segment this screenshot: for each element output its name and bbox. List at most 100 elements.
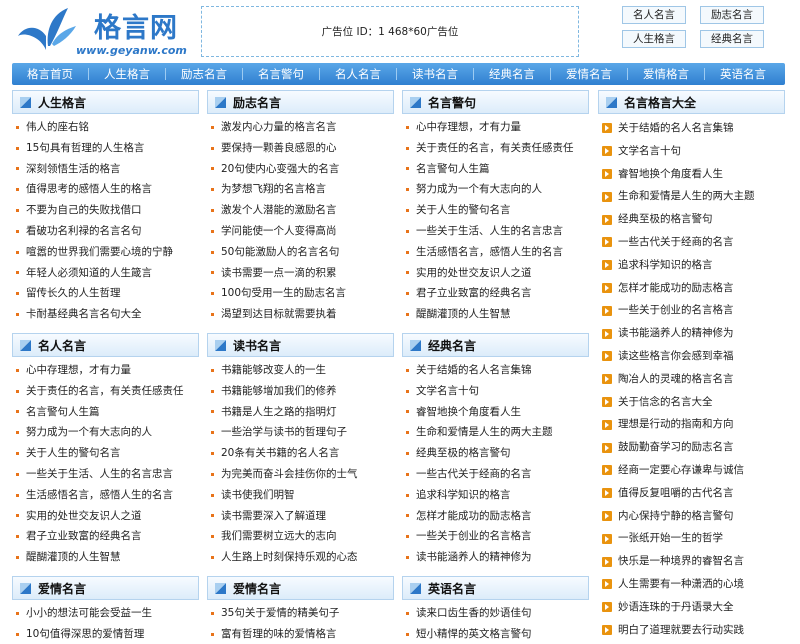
- nav-item-jingdian[interactable]: 经典名言: [474, 63, 550, 85]
- toplink-lizhi[interactable]: 励志名言: [700, 6, 764, 24]
- article-link[interactable]: 喧嚣的世界我们需要心境的宁静: [26, 242, 173, 263]
- article-link[interactable]: 激发内心力量的格言名言: [221, 117, 337, 138]
- article-link[interactable]: 睿智地换个角度看人生: [416, 402, 521, 423]
- article-link[interactable]: 心中存理想，才有力量: [416, 117, 521, 138]
- article-link[interactable]: 妙语连珠的于丹语录大全: [618, 596, 734, 619]
- article-link[interactable]: 深刻领悟生活的格言: [26, 159, 121, 180]
- article-link[interactable]: 渴望到达目标就需要执着: [221, 304, 337, 325]
- section-title[interactable]: 爱情名言: [38, 580, 86, 597]
- nav-item-home[interactable]: 格言首页: [12, 63, 88, 85]
- article-link[interactable]: 看破功名利禄的名言名句: [26, 221, 142, 242]
- article-link[interactable]: 生活感悟名言，感悟人生的名言: [26, 485, 173, 506]
- section-title[interactable]: 爱情名言: [233, 580, 281, 597]
- article-link[interactable]: 关于责任的名言，有关责任感责任: [26, 381, 184, 402]
- site-logo[interactable]: 格言网 www.geyanw.com: [12, 4, 192, 60]
- article-link[interactable]: 10句值得深思的爱情哲理: [26, 624, 144, 644]
- article-link[interactable]: 追求科学知识的格言: [416, 485, 511, 506]
- article-link[interactable]: 心中存理想，才有力量: [26, 360, 131, 381]
- article-link[interactable]: 留传长久的人生哲理: [26, 283, 121, 304]
- article-link[interactable]: 不要为自己的失败找借口: [26, 200, 142, 221]
- section-title[interactable]: 英语名言: [428, 580, 476, 597]
- article-link[interactable]: 君子立业致富的经典名言: [416, 283, 532, 304]
- article-link[interactable]: 年轻人必须知道的人生箴言: [26, 263, 152, 284]
- article-link[interactable]: 生命和爱情是人生的两大主题: [618, 185, 755, 208]
- article-link[interactable]: 值得反复咀嚼的古代名言: [618, 482, 734, 505]
- article-link[interactable]: 实用的处世交友识人之道: [26, 506, 142, 527]
- article-link[interactable]: 35句关于爱情的精美句子: [221, 603, 339, 624]
- article-link[interactable]: 关于责任的名言，有关责任感责任: [416, 138, 574, 159]
- toplink-rensheng[interactable]: 人生格言: [622, 30, 686, 48]
- article-link[interactable]: 明白了道理就要去行动实践: [618, 619, 744, 642]
- article-link[interactable]: 生命和爱情是人生的两大主题: [416, 422, 553, 443]
- article-link[interactable]: 一张纸开始一生的哲学: [618, 527, 723, 550]
- article-link[interactable]: 一些关于生活、人生的名言忠言: [26, 464, 173, 485]
- nav-item-lizhi[interactable]: 励志名言: [166, 63, 242, 85]
- article-link[interactable]: 20条有关书籍的名人名言: [221, 443, 339, 464]
- article-link[interactable]: 一些古代关于经商的名言: [618, 231, 734, 254]
- article-link[interactable]: 读书需要一点一滴的积累: [221, 263, 337, 284]
- nav-item-jingju[interactable]: 名言警句: [243, 63, 319, 85]
- article-link[interactable]: 读书能涵养人的精神修为: [416, 547, 532, 568]
- article-link[interactable]: 关于人生的警句名言: [416, 200, 511, 221]
- article-link[interactable]: 追求科学知识的格言: [618, 254, 713, 277]
- article-link[interactable]: 生活感悟名言，感悟人生的名言: [416, 242, 563, 263]
- section-title[interactable]: 励志名言: [233, 94, 281, 111]
- article-link[interactable]: 经商一定要心存谦卑与诚信: [618, 459, 744, 482]
- article-link[interactable]: 醍醐灌顶的人生智慧: [416, 304, 511, 325]
- article-link[interactable]: 陶冶人的灵魂的格言名言: [618, 368, 734, 391]
- article-link[interactable]: 书籍能够增加我们的修养: [221, 381, 337, 402]
- article-link[interactable]: 睿智地换个角度看人生: [618, 163, 723, 186]
- article-link[interactable]: 激发个人潜能的激励名言: [221, 200, 337, 221]
- article-link[interactable]: 怎样才能成功的励志格言: [416, 506, 532, 527]
- nav-item-yingyu[interactable]: 英语名言: [705, 63, 781, 85]
- article-link[interactable]: 文学名言十句: [416, 381, 479, 402]
- article-link[interactable]: 小小的想法可能会受益一生: [26, 603, 152, 624]
- article-link[interactable]: 一些治学与读书的哲理句子: [221, 422, 347, 443]
- article-link[interactable]: 文学名言十句: [618, 140, 681, 163]
- article-link[interactable]: 实用的处世交友识人之道: [416, 263, 532, 284]
- article-link[interactable]: 努力成为一个有大志向的人: [26, 422, 152, 443]
- article-link[interactable]: 富有哲理的味的爱情格言: [221, 624, 337, 644]
- article-link[interactable]: 快乐是一种境界的睿智名言: [618, 550, 744, 573]
- article-link[interactable]: 君子立业致富的经典名言: [26, 526, 142, 547]
- toplink-mingren[interactable]: 名人名言: [622, 6, 686, 24]
- article-link[interactable]: 100句受用一生的励志名言: [221, 283, 346, 304]
- article-link[interactable]: 书籍能够改变人的一生: [221, 360, 326, 381]
- section-title[interactable]: 名人名言: [38, 337, 86, 354]
- article-link[interactable]: 经典至极的格言警句: [416, 443, 511, 464]
- article-link[interactable]: 醍醐灌顶的人生智慧: [26, 547, 121, 568]
- article-link[interactable]: 卡耐基经典名言名句大全: [26, 304, 142, 325]
- article-link[interactable]: 人生需要有一种潇洒的心境: [618, 573, 744, 596]
- article-link[interactable]: 名言警句人生篇: [26, 402, 100, 423]
- section-title[interactable]: 人生格言: [38, 94, 86, 111]
- article-link[interactable]: 值得思考的感悟人生的格言: [26, 179, 152, 200]
- section-title[interactable]: 读书名言: [233, 337, 281, 354]
- article-link[interactable]: 学问能使一个人变得高尚: [221, 221, 337, 242]
- nav-item-dushu[interactable]: 读书名言: [397, 63, 473, 85]
- article-link[interactable]: 15句具有哲理的人生格言: [26, 138, 144, 159]
- article-link[interactable]: 关于信念的名言大全: [618, 391, 713, 414]
- ad-banner[interactable]: 广告位 ID：1 468*60广告位: [201, 6, 579, 57]
- article-link[interactable]: 读来口齿生香的妙语佳句: [416, 603, 532, 624]
- article-link[interactable]: 读书需要深入了解道理: [221, 506, 326, 527]
- article-link[interactable]: 短小精悍的英文格言警句: [416, 624, 532, 644]
- article-link[interactable]: 关于人生的警句名言: [26, 443, 121, 464]
- article-link[interactable]: 伟人的座右铭: [26, 117, 89, 138]
- article-link[interactable]: 怎样才能成功的励志格言: [618, 277, 734, 300]
- nav-item-rensheng[interactable]: 人生格言: [89, 63, 165, 85]
- article-link[interactable]: 要保持一颗善良感恩的心: [221, 138, 337, 159]
- article-link[interactable]: 我们需要树立远大的志向: [221, 526, 337, 547]
- article-link[interactable]: 关于结婚的名人名言集锦: [618, 117, 734, 140]
- article-link[interactable]: 读这些格言你会感到幸福: [618, 345, 734, 368]
- article-link[interactable]: 一些关于创业的名言格言: [416, 526, 532, 547]
- article-link[interactable]: 读书使我们明智: [221, 485, 295, 506]
- article-link[interactable]: 一些古代关于经商的名言: [416, 464, 532, 485]
- article-link[interactable]: 鼓励勤奋学习的励志名言: [618, 436, 734, 459]
- article-link[interactable]: 50句能激励人的名言名句: [221, 242, 339, 263]
- section-title[interactable]: 名言警句: [428, 94, 476, 111]
- article-link[interactable]: 内心保持宁静的格言警句: [618, 505, 734, 528]
- article-link[interactable]: 读书能涵养人的精神修为: [618, 322, 734, 345]
- article-link[interactable]: 人生路上时刻保持乐观的心态: [221, 547, 358, 568]
- article-link[interactable]: 理想是行动的指南和方向: [618, 413, 734, 436]
- article-link[interactable]: 为梦想飞翔的名言格言: [221, 179, 326, 200]
